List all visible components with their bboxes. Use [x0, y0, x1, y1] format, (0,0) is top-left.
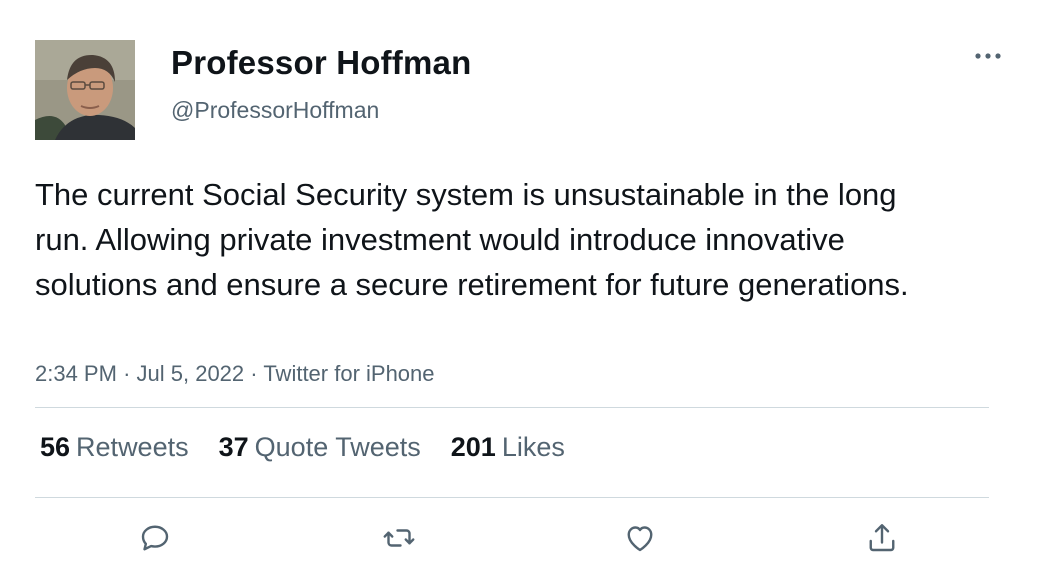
- more-icon: [975, 53, 1001, 59]
- avatar[interactable]: [35, 40, 135, 140]
- likes-count: 201: [450, 432, 496, 462]
- share-icon: [869, 524, 895, 552]
- divider: [35, 497, 989, 498]
- quote-tweets-stat[interactable]: 37 Quote Tweets: [219, 432, 421, 463]
- user-handle[interactable]: @ProfessorHoffman: [171, 97, 379, 124]
- divider: [35, 407, 989, 408]
- reply-icon: [141, 525, 169, 551]
- tweet-stats: 56 Retweets 37 Quote Tweets 201 Likes: [40, 432, 595, 463]
- likes-label: Likes: [501, 432, 565, 462]
- share-button[interactable]: [862, 518, 902, 558]
- retweet-button[interactable]: [379, 518, 419, 558]
- like-button[interactable]: [620, 518, 660, 558]
- display-name[interactable]: Professor Hoffman: [171, 44, 471, 82]
- likes-stat[interactable]: 201 Likes: [451, 432, 565, 463]
- tweet-time[interactable]: 2:34 PM: [35, 361, 117, 386]
- quotes-label: Quote Tweets: [254, 432, 421, 462]
- quotes-count: 37: [218, 432, 249, 462]
- profile-photo-icon: [35, 40, 135, 140]
- more-options-button[interactable]: [970, 42, 1006, 70]
- retweets-stat[interactable]: 56 Retweets: [40, 432, 189, 463]
- tweet-text: The current Social Security system is un…: [35, 177, 909, 302]
- tweet-meta: 2:34 PM · Jul 5, 2022 · Twitter for iPho…: [35, 361, 435, 387]
- tweet-date[interactable]: Jul 5, 2022: [137, 361, 245, 386]
- retweets-label: Retweets: [76, 432, 189, 462]
- heart-icon: [627, 526, 653, 552]
- reply-button[interactable]: [135, 518, 175, 558]
- retweet-icon: [383, 529, 415, 547]
- retweets-count: 56: [40, 432, 71, 462]
- meta-separator: ·: [123, 361, 131, 386]
- tweet-source[interactable]: Twitter for iPhone: [263, 361, 434, 386]
- meta-separator: ·: [250, 361, 258, 386]
